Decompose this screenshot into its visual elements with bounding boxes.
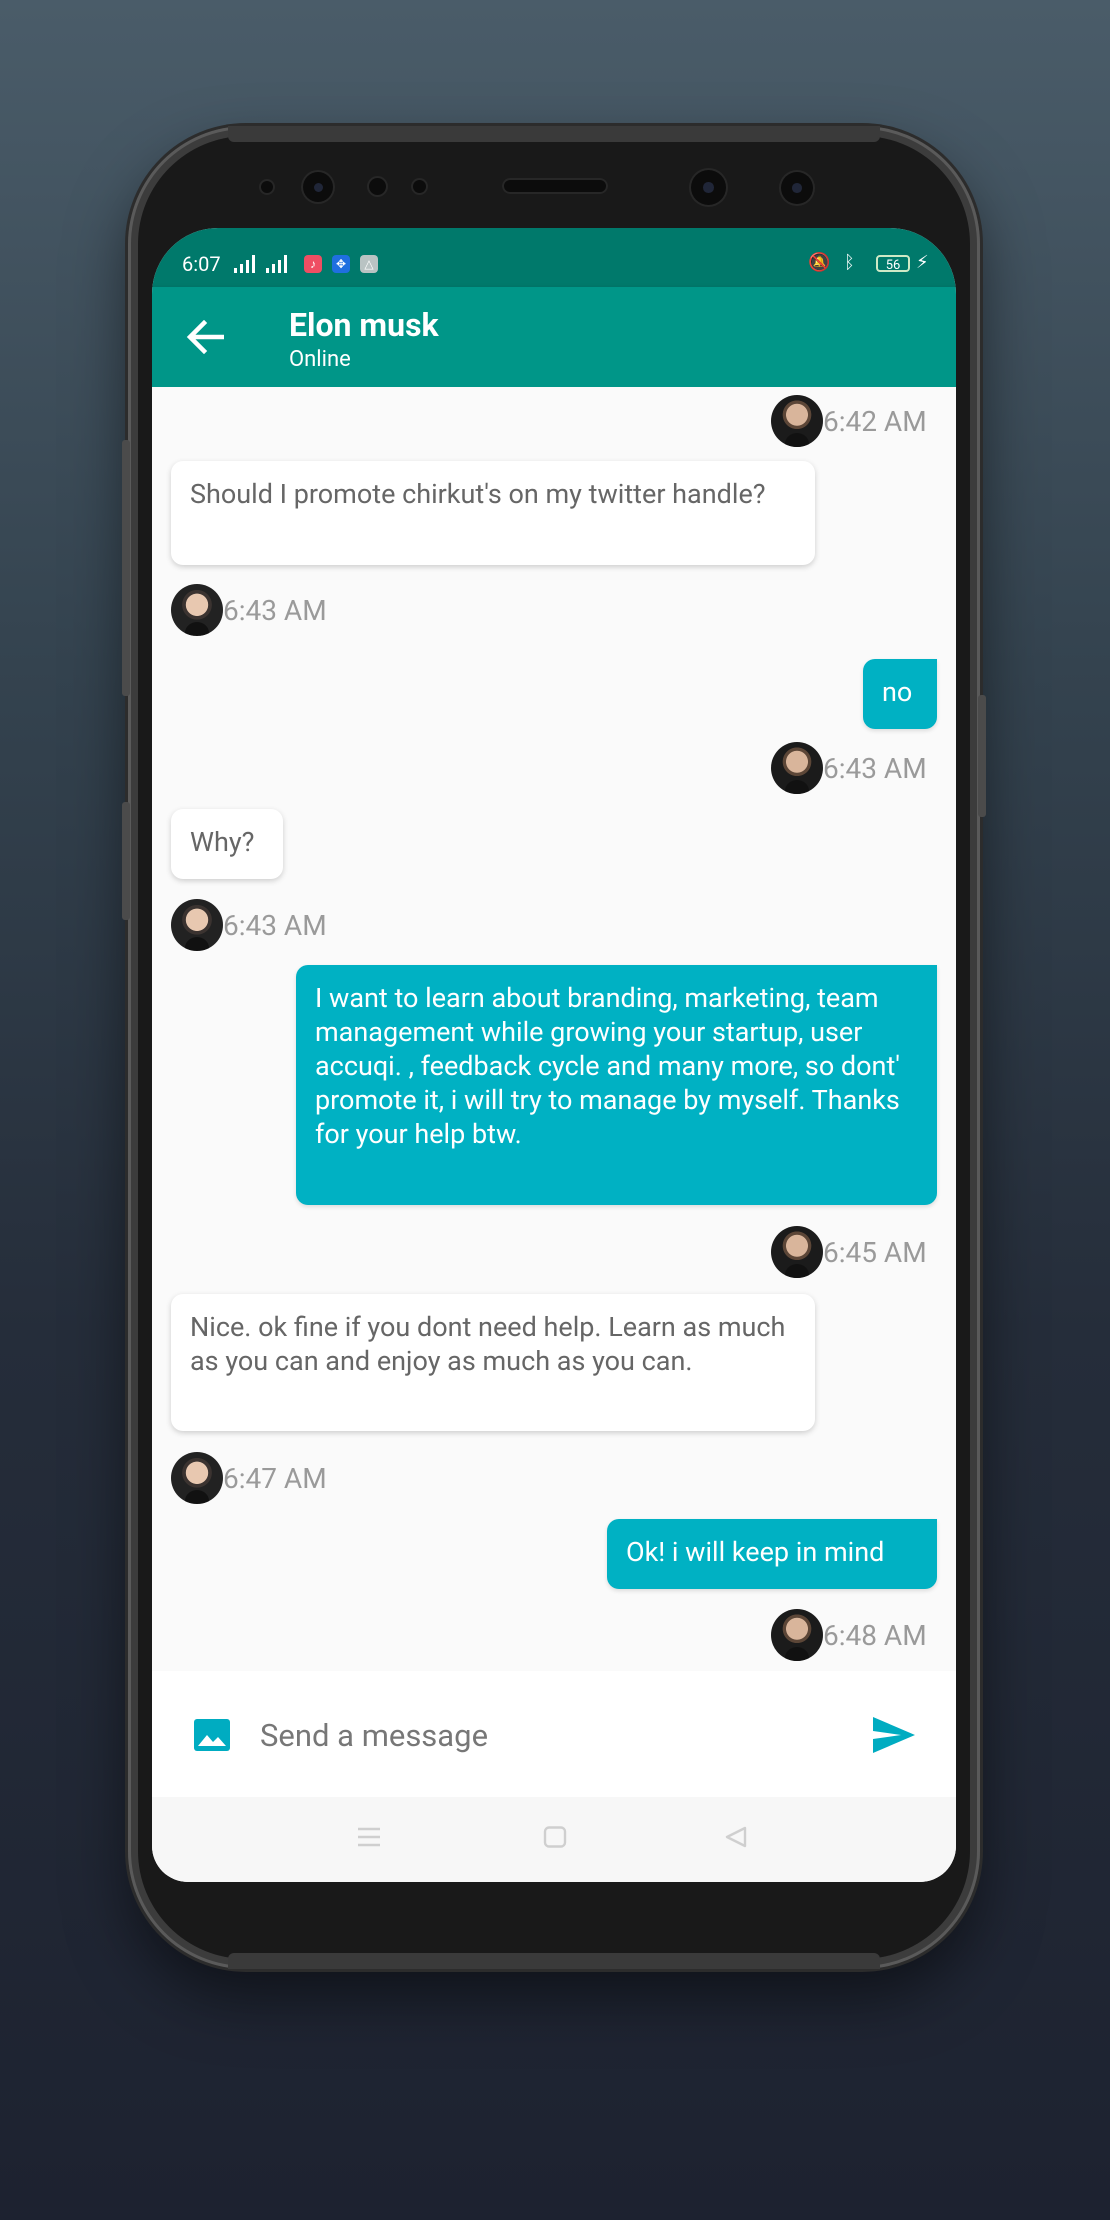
battery-icon: 56 bbox=[876, 255, 910, 273]
avatar bbox=[171, 584, 223, 636]
front-camera-3 bbox=[781, 172, 813, 204]
avatar bbox=[771, 742, 823, 794]
app-bar: Elon musk Online bbox=[152, 287, 956, 387]
earpiece-speaker bbox=[502, 178, 608, 194]
avatar bbox=[171, 899, 223, 951]
message-time: 6:43 AM bbox=[823, 751, 927, 785]
front-camera bbox=[303, 172, 333, 202]
maps-app-icon: ✥ bbox=[332, 255, 350, 273]
phone-top-edge bbox=[228, 126, 880, 142]
volume-down-button bbox=[122, 802, 130, 920]
send-icon[interactable] bbox=[872, 1716, 916, 1754]
avatar bbox=[771, 1609, 823, 1661]
avatar bbox=[771, 395, 823, 447]
message-time: 6:42 AM bbox=[823, 404, 927, 438]
avatar bbox=[771, 1226, 823, 1278]
drive-app-icon: △ bbox=[360, 255, 378, 273]
message-meta: 6:47 AM bbox=[171, 1452, 327, 1504]
status-time: 6:07 bbox=[182, 252, 221, 276]
contact-name: Elon musk bbox=[289, 306, 439, 344]
signal-icon-2 bbox=[266, 255, 292, 273]
sensor-dot bbox=[369, 178, 386, 195]
incoming-message[interactable]: Should I promote chirkut's on my twitter… bbox=[171, 461, 815, 565]
outgoing-message[interactable]: no bbox=[863, 659, 937, 729]
incoming-message[interactable]: Nice. ok fine if you dont need help. Lea… bbox=[171, 1294, 815, 1431]
power-button bbox=[978, 695, 986, 817]
contact-status: Online bbox=[289, 347, 351, 372]
mute-icon: 🔕 bbox=[808, 252, 831, 273]
message-meta: 6:43 AM bbox=[771, 742, 927, 794]
music-app-icon: ♪ bbox=[304, 255, 322, 273]
triangle-back-icon[interactable] bbox=[724, 1826, 748, 1848]
menu-icon[interactable] bbox=[357, 1826, 381, 1848]
square-icon[interactable] bbox=[543, 1826, 567, 1848]
sensor-dot bbox=[413, 180, 426, 193]
message-time: 6:43 AM bbox=[223, 593, 327, 627]
message-time: 6:45 AM bbox=[823, 1235, 927, 1269]
message-list[interactable]: 6:42 AM Should I promote chirkut's on my… bbox=[152, 387, 956, 1671]
bluetooth-icon: ᛒ bbox=[844, 252, 855, 273]
volume-up-button bbox=[122, 440, 130, 696]
message-time: 6:43 AM bbox=[223, 908, 327, 942]
message-input[interactable] bbox=[258, 1706, 822, 1764]
sensor-dot bbox=[261, 181, 273, 193]
avatar bbox=[171, 1452, 223, 1504]
charging-icon: ⚡ bbox=[916, 252, 929, 273]
message-meta: 6:43 AM bbox=[171, 584, 327, 636]
message-meta: 6:42 AM bbox=[771, 395, 927, 447]
incoming-message[interactable]: Why? bbox=[171, 809, 283, 879]
message-time: 6:47 AM bbox=[223, 1461, 327, 1495]
image-icon[interactable] bbox=[193, 1718, 231, 1752]
front-camera-2 bbox=[691, 170, 726, 205]
phone-screen: 6:07 ♪ ✥ △ 🔕 ᛒ 56 ⚡ Elon musk Online 6:4… bbox=[152, 228, 956, 1882]
message-meta: 6:48 AM bbox=[771, 1609, 927, 1661]
system-nav-bar bbox=[152, 1797, 956, 1882]
message-meta: 6:43 AM bbox=[171, 899, 327, 951]
outgoing-message[interactable]: I want to learn about branding, marketin… bbox=[296, 965, 937, 1205]
message-time: 6:48 AM bbox=[823, 1618, 927, 1652]
arrow-left-icon[interactable] bbox=[186, 320, 224, 354]
message-composer bbox=[152, 1671, 956, 1797]
outgoing-message[interactable]: Ok! i will keep in mind bbox=[607, 1519, 937, 1589]
message-meta: 6:45 AM bbox=[771, 1226, 927, 1278]
signal-icon bbox=[234, 255, 260, 273]
phone-bottom-edge bbox=[228, 1953, 880, 1969]
status-bar: 6:07 ♪ ✥ △ 🔕 ᛒ 56 ⚡ bbox=[152, 228, 956, 287]
